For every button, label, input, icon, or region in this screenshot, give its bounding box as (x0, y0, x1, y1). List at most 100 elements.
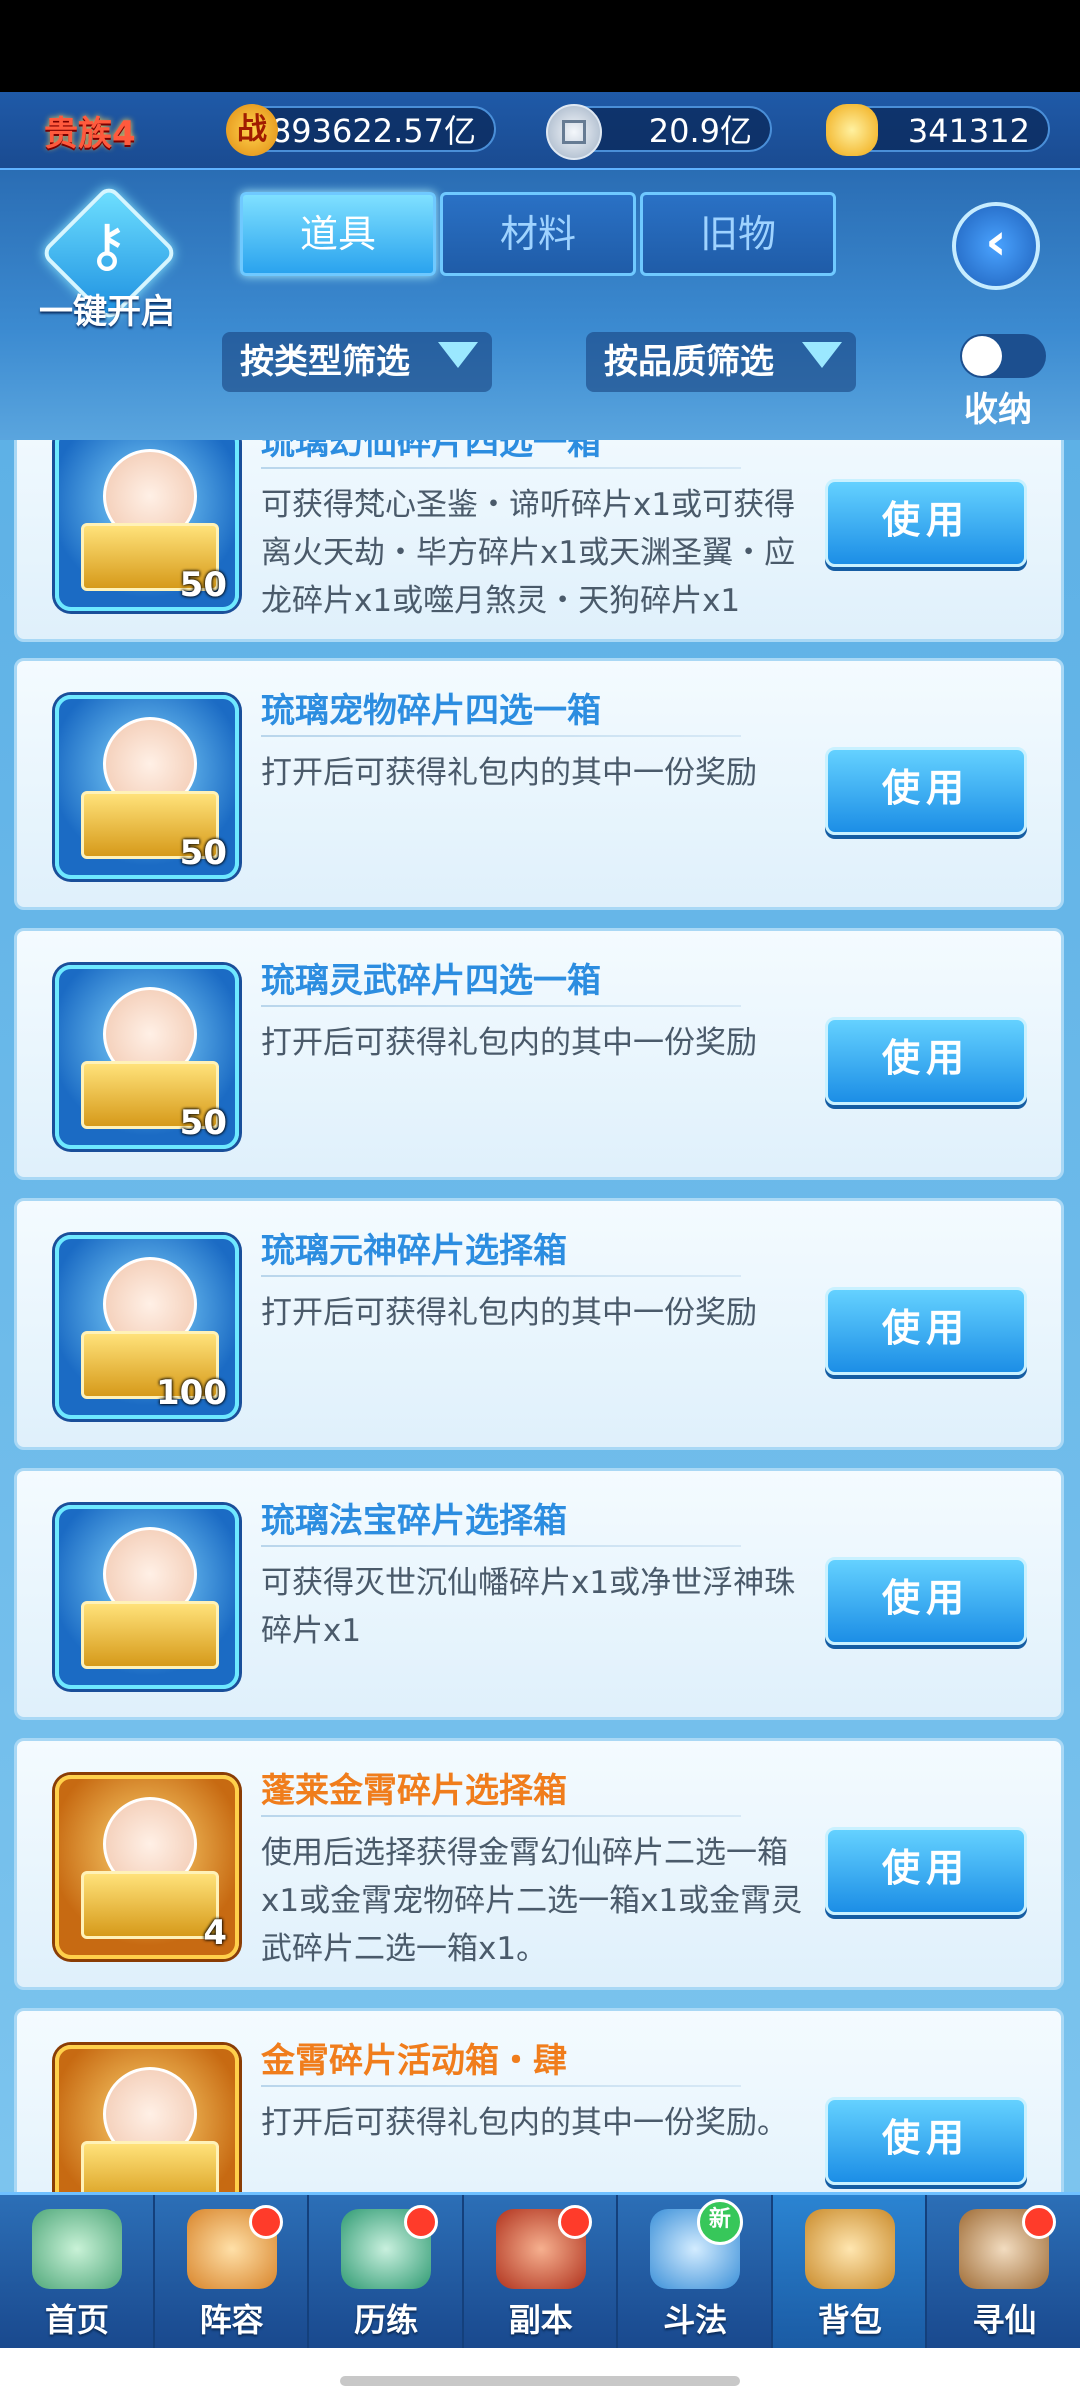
filter-by-type-button[interactable]: 按类型筛选 (222, 332, 492, 392)
item-description: 打开后可获得礼包内的其中一份奖励 (261, 1025, 757, 1061)
nav-home[interactable]: 首页 (0, 2195, 155, 2351)
item-thumbnail[interactable]: 50 (55, 440, 239, 611)
item-description: 可获得梵心圣鉴・谛听碎片x1或可获得离火天劫・毕方碎片x1或天渊圣翼・应龙碎片x… (261, 487, 796, 619)
item-thumbnail[interactable]: 50 (55, 965, 239, 1149)
tab-materials[interactable]: 材料 (440, 192, 636, 276)
item-thumbnail[interactable]: 50 (55, 695, 239, 879)
divider (261, 1815, 741, 1817)
new-badge: 新 (696, 2199, 743, 2245)
collapse-toggle[interactable] (960, 334, 1046, 378)
silver-coin-icon (546, 104, 602, 160)
notification-dot (1022, 2205, 1057, 2239)
tab-relics[interactable]: 旧物 (640, 192, 836, 276)
divider (261, 1275, 741, 1277)
item-thumbnail[interactable]: 4 (55, 1775, 239, 1959)
use-button[interactable]: 使用 (825, 1287, 1027, 1375)
nav-training[interactable]: 历练 (309, 2195, 464, 2351)
collapse-label: 收纳 (964, 390, 1032, 430)
open-all-label: 一键开启 (39, 292, 175, 332)
item-thumbnail[interactable]: 100 (55, 1235, 239, 1419)
divider (261, 735, 741, 737)
bag-header: ⚷ 一键开启 道具 材料 旧物 ‹ 按类型筛选 按品质筛选 收纳 (0, 170, 1080, 440)
nav-label: 寻仙 (972, 2301, 1037, 2339)
bag-tabs: 道具 材料 旧物 (240, 192, 836, 276)
silver-counter: 20.9亿 (546, 104, 772, 160)
notification-dot (403, 2205, 438, 2239)
list-item: 50 琉璃幻仙碎片四选一箱 可获得梵心圣鉴・谛听碎片x1或可获得离火天劫・毕方碎… (14, 440, 1064, 642)
resource-bar: 贵族4 战 893622.57亿 20.9亿 341312 (0, 92, 1080, 170)
notification-dot (249, 2205, 284, 2239)
item-title: 琉璃幻仙碎片四选一箱 (261, 440, 601, 463)
item-thumbnail[interactable] (55, 2045, 239, 2192)
item-count: 50 (179, 1103, 227, 1143)
nav-label: 副本 (508, 2301, 573, 2339)
filter-by-quality-button[interactable]: 按品质筛选 (586, 332, 856, 392)
item-title: 金霄碎片活动箱・肆 (261, 2041, 567, 2081)
home-icon (32, 2209, 122, 2289)
nav-label: 历练 (354, 2301, 419, 2339)
item-title: 琉璃宠物碎片四选一箱 (261, 691, 601, 731)
item-description: 打开后可获得礼包内的其中一份奖励 (261, 1295, 757, 1331)
nav-duel[interactable]: 新 斗法 (618, 2195, 773, 2351)
gold-value: 341312 (907, 112, 1030, 150)
item-title: 蓬莱金霄碎片选择箱 (261, 1771, 567, 1811)
item-count: 4 (203, 1913, 227, 1953)
item-description: 可获得灭世沉仙幡碎片x1或净世浮神珠碎片x1 (261, 1565, 796, 1649)
battle-power-value: 893622.57亿 (270, 112, 476, 150)
backpack-icon (804, 2209, 895, 2289)
key-icon: ⚷ (85, 211, 129, 279)
toggle-knob (962, 336, 1002, 376)
funnel-icon (438, 342, 478, 368)
divider (261, 467, 741, 469)
list-item: 4 蓬莱金霄碎片选择箱 使用后选择获得金霄幻仙碎片二选一箱x1或金霄宠物碎片二选… (14, 1738, 1064, 1990)
item-thumbnail[interactable] (55, 1505, 239, 1689)
item-description: 打开后可获得礼包内的其中一份奖励。 (261, 2105, 788, 2141)
item-count: 50 (179, 565, 227, 605)
divider (261, 1545, 741, 1547)
home-indicator[interactable] (340, 2376, 740, 2386)
tab-items[interactable]: 道具 (240, 192, 436, 276)
list-item: 金霄碎片活动箱・肆 打开后可获得礼包内的其中一份奖励。 使用 (14, 2008, 1064, 2192)
divider (261, 1005, 741, 1007)
vip-level[interactable]: 贵族4 (44, 106, 136, 155)
battle-power-counter: 战 893622.57亿 (226, 104, 496, 156)
nav-seek-immortal[interactable]: 寻仙 (927, 2195, 1080, 2351)
funnel-icon (802, 342, 842, 368)
item-list[interactable]: 50 琉璃幻仙碎片四选一箱 可获得梵心圣鉴・谛听碎片x1或可获得离火天劫・毕方碎… (0, 440, 1080, 2192)
open-all-button[interactable]: ⚷ 一键开启 (32, 183, 182, 334)
gold-counter: 341312 (826, 104, 1050, 156)
list-item: 100 琉璃元神碎片选择箱 打开后可获得礼包内的其中一份奖励 使用 (14, 1198, 1064, 1450)
item-description: 打开后可获得礼包内的其中一份奖励 (261, 755, 757, 791)
nav-label: 阵容 (199, 2301, 264, 2339)
item-title: 琉璃法宝碎片选择箱 (261, 1501, 567, 1541)
status-bar (0, 0, 1080, 92)
divider (261, 2085, 741, 2087)
nav-label: 首页 (44, 2301, 109, 2339)
nav-lineup[interactable]: 阵容 (155, 2195, 310, 2351)
gold-ingot-icon (826, 104, 878, 156)
filter-by-type-label: 按类型筛选 (240, 342, 410, 382)
list-item: 琉璃法宝碎片选择箱 可获得灭世沉仙幡碎片x1或净世浮神珠碎片x1 使用 (14, 1468, 1064, 1720)
nav-label: 背包 (817, 2301, 882, 2339)
item-count: 100 (156, 1373, 227, 1413)
system-home-bar (0, 2348, 1080, 2400)
notification-dot (558, 2205, 593, 2239)
filter-by-quality-label: 按品质筛选 (604, 342, 774, 382)
silver-value: 20.9亿 (648, 112, 752, 150)
back-icon[interactable]: ‹ (952, 202, 1040, 290)
item-count: 50 (179, 833, 227, 873)
list-item: 50 琉璃宠物碎片四选一箱 打开后可获得礼包内的其中一份奖励 使用 (14, 658, 1064, 910)
battle-power-icon: 战 (226, 104, 278, 156)
use-button[interactable]: 使用 (825, 2097, 1027, 2185)
use-button[interactable]: 使用 (825, 1827, 1027, 1915)
bottom-nav: 首页 阵容 历练 副本 新 斗法 背包 寻仙 (0, 2192, 1080, 2351)
use-button[interactable]: 使用 (825, 1557, 1027, 1645)
use-button[interactable]: 使用 (825, 747, 1027, 835)
nav-dungeon[interactable]: 副本 (464, 2195, 619, 2351)
nav-label: 斗法 (663, 2301, 728, 2339)
use-button[interactable]: 使用 (825, 479, 1027, 567)
nav-backpack[interactable]: 背包 (772, 2195, 928, 2351)
item-title: 琉璃元神碎片选择箱 (261, 1231, 567, 1271)
use-button[interactable]: 使用 (825, 1017, 1027, 1105)
item-description: 使用后选择获得金霄幻仙碎片二选一箱x1或金霄宠物碎片二选一箱x1或金霄灵武碎片二… (261, 1835, 803, 1967)
